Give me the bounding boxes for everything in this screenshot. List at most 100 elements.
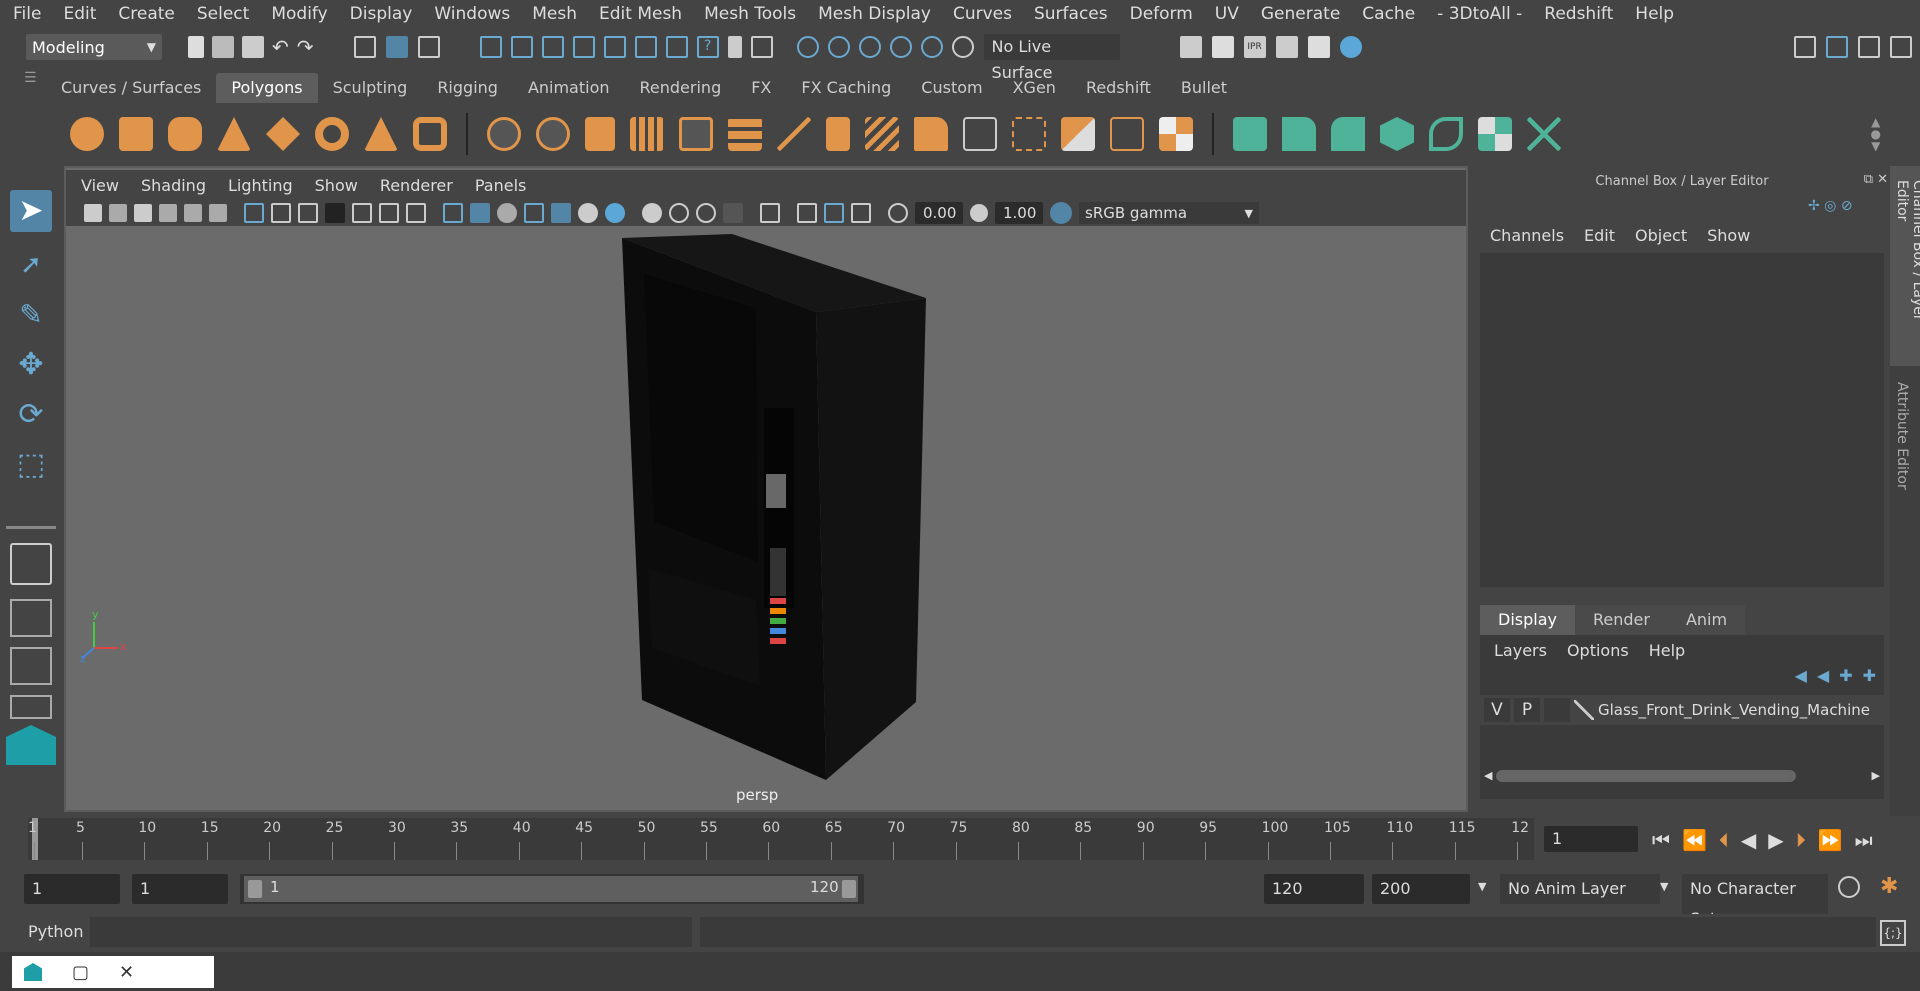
combine-icon[interactable]: [487, 117, 521, 151]
viewport-menu-view[interactable]: View: [70, 176, 130, 195]
isolate-select-icon[interactable]: [760, 203, 780, 223]
undo-icon[interactable]: ↶: [272, 35, 289, 59]
shelf-tab-fx[interactable]: FX: [736, 73, 786, 103]
open-scene-icon[interactable]: [212, 36, 234, 58]
go-to-end-icon[interactable]: ⏭: [1855, 828, 1873, 852]
two-pane-layout-icon[interactable]: [10, 647, 52, 685]
shelf-tab-polygons[interactable]: Polygons: [216, 73, 318, 103]
bookmark-icon[interactable]: [134, 204, 152, 222]
poly-torus-icon[interactable]: [315, 117, 349, 151]
grease-pencil-icon[interactable]: [209, 204, 227, 222]
paint-select-icon[interactable]: [858, 36, 881, 58]
textured-icon[interactable]: [551, 203, 571, 223]
end-time-field[interactable]: 200: [1372, 874, 1470, 904]
step-back-key-icon[interactable]: ⏪: [1682, 828, 1707, 852]
viewport-panel[interactable]: y x z persp: [64, 166, 1468, 812]
chevron-down-icon[interactable]: ▼: [1478, 880, 1486, 893]
move-layer-up-icon[interactable]: ◀: [1795, 666, 1807, 685]
layer-scrollbar[interactable]: ◀ ▶: [1480, 769, 1884, 782]
help-icon[interactable]: ?: [696, 36, 719, 58]
fill-hole-icon[interactable]: [963, 117, 997, 151]
chevron-down-icon[interactable]: ▼: [1660, 880, 1668, 893]
menu-edit-mesh[interactable]: Edit Mesh: [588, 0, 693, 28]
select-object-icon[interactable]: [385, 36, 408, 58]
multi-cut-icon[interactable]: [777, 117, 811, 151]
append-polygon-icon[interactable]: [1012, 117, 1046, 151]
shelf-tab-sculpting[interactable]: Sculpting: [318, 73, 423, 103]
layer-tab-display[interactable]: Display: [1480, 605, 1575, 635]
menu-mesh-tools[interactable]: Mesh Tools: [693, 0, 807, 28]
new-scene-icon[interactable]: [188, 36, 204, 58]
tweak-icon[interactable]: [889, 36, 912, 58]
range-slider[interactable]: 1 120: [240, 874, 864, 904]
step-back-frame-icon[interactable]: ⏴: [1719, 828, 1729, 852]
magnet-icon[interactable]: [920, 36, 943, 58]
attribute-editor-icon[interactable]: [1858, 36, 1880, 58]
menu-modify[interactable]: Modify: [260, 0, 338, 28]
new-layer-icon[interactable]: ✚: [1839, 666, 1852, 685]
poly-cube-icon[interactable]: [119, 117, 153, 151]
viewport-menu-shading[interactable]: Shading: [130, 176, 217, 195]
poly-sphere-icon[interactable]: [70, 117, 104, 151]
viewport-menu-lighting[interactable]: Lighting: [217, 176, 304, 195]
save-scene-icon[interactable]: [242, 36, 264, 58]
poly-pipe-icon[interactable]: [413, 117, 447, 151]
exposure-icon[interactable]: [888, 203, 908, 223]
playback-end-field[interactable]: 120: [1264, 874, 1364, 904]
command-language-label[interactable]: Python: [28, 922, 83, 941]
mode-dropdown[interactable]: Modeling ▼: [26, 34, 162, 60]
snap-surface-icon[interactable]: [634, 36, 657, 58]
select-hierarchy-icon[interactable]: [353, 36, 376, 58]
layer-playback-toggle[interactable]: P: [1514, 698, 1540, 722]
viewport-menu-panels[interactable]: Panels: [464, 176, 538, 195]
scrollbar-thumb[interactable]: [1496, 769, 1797, 782]
scroll-left-icon[interactable]: ◀: [1484, 769, 1492, 782]
step-forward-key-icon[interactable]: ⏩: [1818, 828, 1843, 852]
menu-mesh[interactable]: Mesh: [521, 0, 588, 28]
axis-orient-icon[interactable]: ✢ ◎ ⊘: [1808, 198, 1853, 214]
bridge-icon[interactable]: [865, 117, 899, 151]
shelf-tab-rendering[interactable]: Rendering: [625, 73, 737, 103]
uv-cut-sew-icon[interactable]: [1527, 117, 1561, 151]
layer-display-type-toggle[interactable]: [1544, 698, 1570, 722]
timeline-track[interactable]: 1 5 10 15 20 25 30 35 40 45 50 55 60 65 70 75 80 85 90 95 10…: [28, 818, 1534, 860]
pan-zoom-icon[interactable]: [184, 204, 202, 222]
average-vertices-icon[interactable]: [679, 117, 713, 151]
menu-edit[interactable]: Edit: [52, 0, 107, 28]
menu-create[interactable]: Create: [107, 0, 186, 28]
layer-menu-help[interactable]: Help: [1639, 641, 1695, 660]
range-start-handle[interactable]: [248, 880, 262, 898]
make-live-icon[interactable]: [796, 36, 819, 58]
wireframe-on-shaded-icon[interactable]: [524, 203, 544, 223]
side-tab-channel-box[interactable]: Channel Box / Layer Editor: [1890, 166, 1920, 366]
menu-display[interactable]: Display: [339, 0, 424, 28]
shelf-tab-xgen[interactable]: XGen: [998, 73, 1071, 103]
modeling-toolkit-icon[interactable]: [1794, 36, 1816, 58]
uv-automatic-icon[interactable]: [1380, 117, 1414, 151]
layer-color-icon[interactable]: [1574, 700, 1594, 720]
refresh-icon[interactable]: [951, 36, 974, 58]
film-gate-icon[interactable]: [271, 203, 291, 223]
layer-row[interactable]: V P Glass_Front_Drink_Vending_Machine: [1480, 695, 1884, 725]
range-end-handle[interactable]: [842, 880, 856, 898]
snap-point-icon[interactable]: [541, 36, 564, 58]
menu-generate[interactable]: Generate: [1250, 0, 1351, 28]
poly-pyramid-icon[interactable]: [364, 117, 398, 151]
go-to-start-icon[interactable]: ⏮: [1652, 828, 1670, 852]
rotate-tool-icon[interactable]: ⟳: [10, 394, 52, 436]
snap-curve-icon[interactable]: [510, 36, 533, 58]
poly-plane-icon[interactable]: [266, 117, 300, 151]
channel-box-menu-show[interactable]: Show: [1697, 226, 1760, 245]
playback-start-field[interactable]: 1: [132, 874, 228, 904]
redo-icon[interactable]: ↷: [297, 35, 314, 59]
layer-visibility-toggle[interactable]: V: [1484, 698, 1510, 722]
play-backward-icon[interactable]: ◀: [1741, 828, 1756, 852]
safe-title-icon[interactable]: [406, 203, 426, 223]
menu-help[interactable]: Help: [1624, 0, 1685, 28]
snap-projected-icon[interactable]: [572, 36, 595, 58]
default-material-icon[interactable]: [497, 203, 517, 223]
separate-icon[interactable]: [536, 117, 570, 151]
move-tool-icon[interactable]: ✥: [10, 344, 52, 386]
shelf-tab-fx-caching[interactable]: FX Caching: [786, 73, 906, 103]
resolution-gate-icon[interactable]: [298, 203, 318, 223]
